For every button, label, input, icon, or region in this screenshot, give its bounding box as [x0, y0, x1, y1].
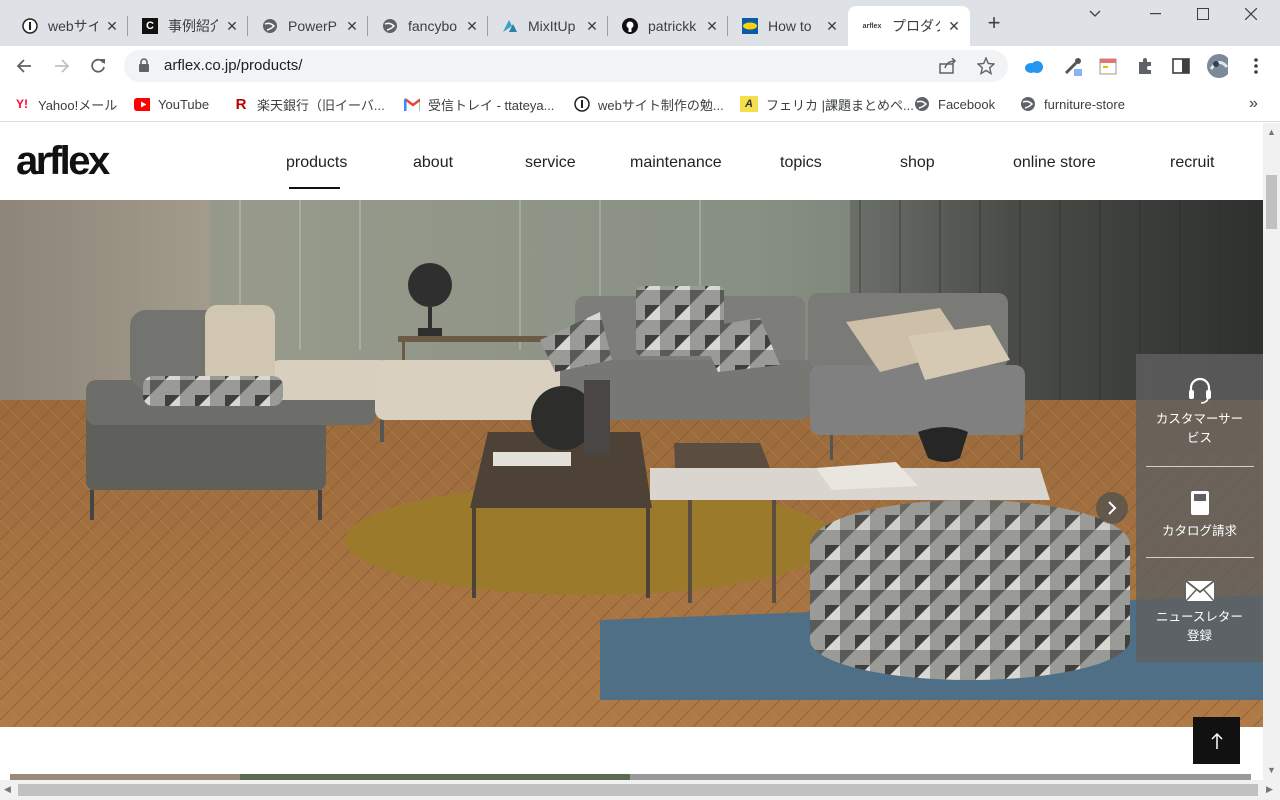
scroll-up-arrow-icon[interactable]: ▲ [1267, 127, 1276, 137]
nav-online-store[interactable]: online store [1013, 154, 1096, 172]
ikea-icon [742, 18, 758, 34]
bookmark-item[interactable]: furniture-store [1020, 94, 1125, 114]
divider [1146, 557, 1254, 558]
github-icon [622, 18, 638, 34]
globe-icon [262, 18, 278, 34]
horizontal-scroll-thumb[interactable] [18, 784, 1258, 796]
bookmark-item[interactable]: Y! Yahoo!メール [14, 94, 117, 114]
browser-tab[interactable]: MixItUp ✕ [488, 6, 608, 46]
scroll-left-arrow-icon[interactable]: ◀ [4, 784, 11, 795]
chevron-right-icon [1108, 501, 1117, 515]
share-icon[interactable] [938, 56, 958, 76]
tab-search-chevron-icon[interactable] [1072, 0, 1118, 28]
scroll-right-arrow-icon[interactable]: ▶ [1266, 784, 1273, 795]
slider-next-button[interactable] [1096, 492, 1128, 524]
browser-tab[interactable]: PowerP ✕ [248, 6, 368, 46]
bookmark-star-icon[interactable] [976, 56, 996, 76]
profile-avatar[interactable] [1206, 54, 1228, 78]
gmail-icon [404, 96, 420, 112]
bookmarks-overflow-button[interactable]: » [1249, 94, 1258, 114]
headset-icon [1188, 377, 1211, 404]
mixitup-icon [502, 18, 518, 34]
back-to-top-button[interactable] [1193, 717, 1240, 764]
site-logo[interactable]: arflex [16, 139, 110, 184]
nav-about[interactable]: about [413, 154, 453, 172]
nav-topics[interactable]: topics [780, 154, 822, 172]
arflex-icon: arflex [862, 22, 882, 30]
living-room-photo [0, 200, 1263, 727]
browser-tab[interactable]: webサイ ✕ [8, 6, 128, 46]
globe-icon [1020, 96, 1036, 112]
address-bar[interactable]: arflex.co.jp/products/ [124, 50, 1008, 82]
catalog-request-link[interactable]: カタログ請求 [1136, 490, 1263, 541]
close-tab-icon[interactable]: ✕ [464, 18, 480, 34]
bookmarks-bar: Y! Yahoo!メール YouTube R 楽天銀行（旧イーバ... 受信トレ… [0, 86, 1280, 122]
browser-tab[interactable]: patrickk ✕ [608, 6, 728, 46]
active-nav-indicator [289, 187, 340, 189]
minimize-button[interactable] [1132, 0, 1178, 28]
vertical-scroll-thumb[interactable] [1266, 175, 1277, 229]
yahoo-icon: Y! [16, 97, 28, 111]
back-button[interactable] [10, 52, 38, 80]
close-tab-icon[interactable]: ✕ [104, 18, 120, 34]
hero-image [0, 200, 1263, 727]
lock-icon[interactable] [138, 58, 150, 78]
nav-service[interactable]: service [525, 154, 576, 172]
customer-service-link[interactable]: カスタマーサー ビス [1136, 376, 1263, 448]
bookmark-item[interactable]: Facebook [914, 94, 995, 114]
mail-envelope-icon [1184, 580, 1215, 602]
close-window-button[interactable] [1228, 0, 1274, 28]
scroll-down-arrow-icon[interactable]: ▼ [1267, 765, 1276, 775]
globe-icon [914, 96, 930, 112]
close-tab-icon[interactable]: ✕ [946, 18, 962, 34]
forward-button[interactable] [48, 52, 76, 80]
browser-tab[interactable]: How to ✕ [728, 6, 848, 46]
side-contact-panel: カスタマーサー ビス カタログ請求 ニュースレター 登録 [1136, 354, 1263, 662]
rakuten-icon: R [235, 95, 247, 113]
bookmark-item[interactable]: YouTube [134, 94, 209, 114]
browser-toolbar: arflex.co.jp/products/ [0, 46, 1280, 86]
close-tab-icon[interactable]: ✕ [224, 18, 240, 34]
side-panel-icon[interactable] [1170, 55, 1192, 77]
maximize-button[interactable] [1180, 0, 1226, 28]
browser-menu-icon[interactable] [1245, 55, 1267, 77]
reload-button[interactable] [84, 52, 112, 80]
newsletter-signup-link[interactable]: ニュースレター 登録 [1136, 580, 1263, 646]
c-logo-icon: C [142, 18, 158, 34]
circle-i-icon [22, 18, 38, 34]
divider [1146, 466, 1254, 467]
browser-tab[interactable]: fancybo ✕ [368, 6, 488, 46]
globe-icon [382, 18, 398, 34]
browser-tab-active[interactable]: arflex プロダク ✕ [848, 6, 970, 46]
url-text[interactable]: arflex.co.jp/products/ [164, 57, 302, 74]
close-tab-icon[interactable]: ✕ [704, 18, 720, 34]
vertical-scrollbar[interactable]: ▲ ▼ [1263, 123, 1280, 780]
tab-strip: webサイ ✕ C 事例紹介 ✕ PowerP ✕ fancybo ✕ MixI… [0, 0, 1280, 46]
close-tab-icon[interactable]: ✕ [584, 18, 600, 34]
arrow-up-icon [1210, 732, 1223, 749]
horizontal-scrollbar[interactable]: ◀ ▶ [0, 780, 1280, 800]
cloud-extension-icon[interactable] [1023, 55, 1045, 77]
bookmark-item[interactable]: A フェリカ |課題まとめペ... [740, 94, 914, 114]
catalog-book-icon [1190, 491, 1209, 515]
web-page: arflex products about service maintenanc… [0, 123, 1263, 780]
calendar-extension-icon[interactable] [1097, 55, 1119, 77]
nav-recruit[interactable]: recruit [1170, 154, 1214, 172]
close-tab-icon[interactable]: ✕ [824, 18, 840, 34]
nav-products[interactable]: products [286, 154, 347, 172]
eyedropper-extension-icon[interactable] [1062, 55, 1084, 77]
bookmark-item[interactable]: webサイト制作の勉... [574, 94, 724, 114]
close-tab-icon[interactable]: ✕ [344, 18, 360, 34]
youtube-icon [134, 96, 150, 112]
bookmark-item[interactable]: 受信トレイ - ttateya... [404, 94, 554, 114]
nav-shop[interactable]: shop [900, 154, 935, 172]
a-logo-icon: A [740, 96, 758, 112]
browser-tab[interactable]: C 事例紹介 ✕ [128, 6, 248, 46]
new-tab-button[interactable]: + [982, 12, 1006, 36]
extensions-puzzle-icon[interactable] [1134, 55, 1156, 77]
circle-i-icon [574, 96, 590, 112]
nav-maintenance[interactable]: maintenance [630, 154, 722, 172]
bookmark-item[interactable]: R 楽天銀行（旧イーバ... [233, 94, 385, 114]
